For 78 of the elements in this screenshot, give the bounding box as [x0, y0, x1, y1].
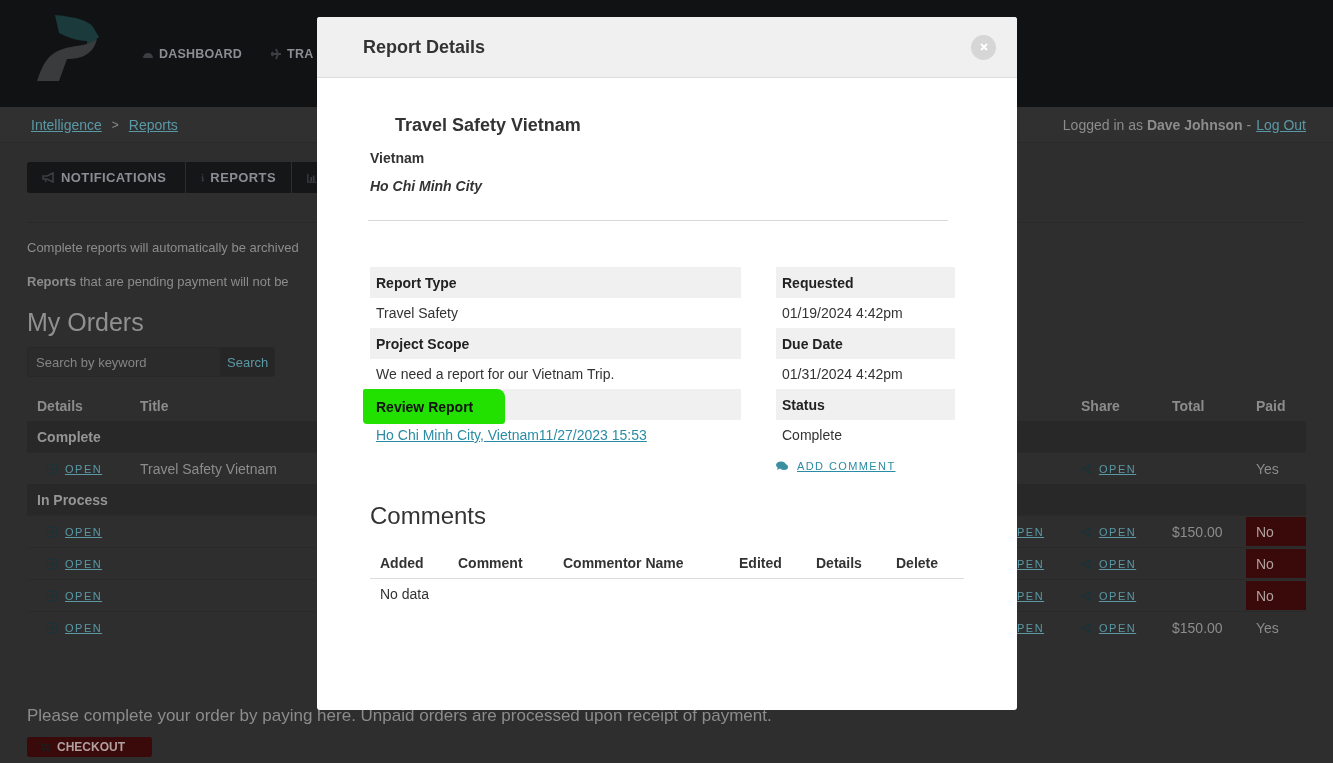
breadcrumb-link[interactable]: Intelligence: [31, 116, 102, 133]
logo-icon: [37, 14, 99, 81]
table-cell: $150.00: [1172, 619, 1223, 636]
open-link[interactable]: OPEN: [65, 621, 103, 634]
paid-cell: No: [1246, 581, 1306, 610]
open-link[interactable]: OPEN: [65, 462, 103, 475]
empty-text: No data: [379, 586, 431, 602]
table-cell: $150.00: [1172, 523, 1223, 540]
tab[interactable]: NOTIFICATIONS: [27, 162, 185, 193]
column-header: Edited: [738, 555, 783, 571]
plane-icon: [270, 47, 283, 60]
breadcrumb-separator: >: [111, 117, 119, 132]
field-label: Report Type: [375, 273, 458, 293]
report-title: Travel Safety Vietnam: [395, 115, 582, 136]
country-label: Vietnam: [370, 150, 426, 166]
field-value: We need a report for our Vietnam Trip.: [376, 366, 615, 382]
open-link[interactable]: OPEN: [1099, 525, 1137, 538]
report-link[interactable]: Ho Chi Minh City, Vietnam11/27/2023 15:53: [376, 427, 647, 443]
open-link[interactable]: PEN: [1017, 621, 1045, 634]
notice-text: Complete reports will automatically be archived: [27, 240, 299, 256]
chart-icon: [307, 171, 317, 184]
open-link[interactable]: OPEN: [1099, 589, 1137, 602]
bullhorn-icon: [42, 172, 55, 183]
field-label: Review Report: [363, 389, 506, 424]
open-link[interactable]: PEN: [1017, 589, 1045, 602]
nav-link[interactable]: DASHBOARD: [142, 46, 243, 61]
info-icon: [201, 172, 205, 183]
column-header: Title: [140, 397, 169, 414]
group-label: In Process: [37, 491, 108, 508]
column-header: Delete: [895, 555, 940, 571]
payment-note: Please complete your order by paying here. Unpaid orders are processed upon receipt of payment.: [27, 706, 772, 726]
open-link[interactable]: OPEN: [65, 557, 103, 570]
field-value: 01/31/2024 4:42pm: [782, 366, 903, 382]
group-label: Complete: [37, 428, 101, 445]
open-link[interactable]: OPEN: [1099, 557, 1137, 570]
city-label: Ho Chi Minh City: [370, 178, 484, 194]
tab[interactable]: REPORTS: [186, 162, 291, 193]
open-link[interactable]: PEN: [1017, 525, 1045, 538]
open-link[interactable]: OPEN: [65, 525, 103, 538]
search-button[interactable]: Search: [220, 347, 276, 377]
paid-cell-text: Yes: [1255, 618, 1280, 638]
modal-title: Report Details: [363, 36, 486, 58]
column-header: Comment: [457, 555, 524, 571]
paid-cell: No: [1246, 549, 1306, 578]
field-label: Requested: [781, 273, 855, 293]
nav-link[interactable]: TRA: [270, 46, 314, 61]
column-header: Details: [815, 555, 863, 571]
field-value: Complete: [782, 427, 842, 443]
add-comment-link[interactable]: ADD COMMENT: [776, 460, 916, 472]
open-link[interactable]: PEN: [1017, 557, 1045, 570]
column-header: Commentor Name: [562, 555, 685, 571]
column-header: Details: [37, 397, 83, 414]
open-link[interactable]: OPEN: [65, 589, 103, 602]
field-label: Project Scope: [375, 334, 471, 354]
paid-cell-text: Yes: [1255, 459, 1280, 479]
comments-heading: Comments: [370, 502, 488, 530]
field-label: Status: [781, 395, 826, 415]
table-cell: Travel Safety Vietnam: [140, 460, 277, 477]
close-icon: [979, 43, 988, 51]
field-value: 01/19/2024 4:42pm: [782, 305, 903, 321]
column-header: Paid: [1256, 397, 1286, 414]
field-label: Due Date: [781, 334, 844, 354]
column-header: Added: [379, 555, 425, 571]
open-link[interactable]: OPEN: [1099, 462, 1137, 475]
logged-in-text: Logged in as Dave Johnson -: [1062, 116, 1252, 133]
search-field[interactable]: Search by keyword: [27, 347, 220, 377]
column-header: Share: [1081, 397, 1120, 414]
logout-link[interactable]: Log Out: [1256, 116, 1306, 133]
comments-icon: [776, 461, 788, 471]
cart-icon: [39, 741, 51, 753]
paid-cell: No: [1246, 517, 1306, 546]
column-header: Total: [1172, 397, 1205, 414]
breadcrumb-link[interactable]: Reports: [128, 116, 178, 133]
notice-text: Reports that are pending payment will not be: [27, 274, 289, 290]
open-link[interactable]: OPEN: [1099, 621, 1137, 634]
field-value: Travel Safety: [376, 305, 458, 321]
section-heading: My Orders: [27, 308, 144, 337]
checkout-button[interactable]: CHECKOUT: [27, 737, 152, 757]
